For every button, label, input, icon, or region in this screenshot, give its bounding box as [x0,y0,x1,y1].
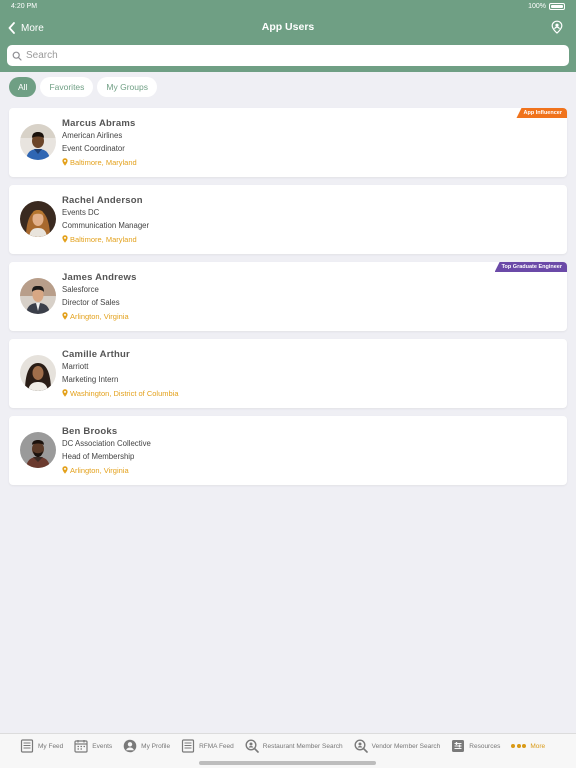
profile-icon [123,739,137,753]
tab-label: RFMA Feed [199,742,234,750]
user-location: Arlington, Virginia [62,310,137,322]
user-company: Events DC [62,208,100,217]
user-name: Rachel Anderson [62,195,143,206]
battery-percent: 100% [528,3,546,10]
user-location: Baltimore, Maryland [62,156,137,168]
filter-my-groups[interactable]: My Groups [97,77,157,97]
avatar [20,432,56,468]
user-card[interactable]: Rachel Anderson Events DC Communication … [9,185,567,254]
user-badge: App Influencer [516,108,567,118]
tab-bar-items: My Feed Events My Profile RFMA Feed Rest… [20,739,556,753]
app-header: 4:20 PM 100% More App Users [0,0,576,72]
tab-vendor-member-search[interactable]: Vendor Member Search [354,739,441,753]
page-title: App Users [261,21,315,33]
battery-icon [549,3,565,10]
member-search-icon [354,739,368,753]
tab-bar: My Feed Events My Profile RFMA Feed Rest… [0,733,576,768]
user-card[interactable]: Ben Brooks DC Association Collective Hea… [9,416,567,485]
search-icon [12,51,22,61]
user-location: Baltimore, Maryland [62,233,149,245]
resources-icon [452,740,465,752]
feed-icon [20,739,34,753]
user-name: Camille Arthur [62,349,130,360]
user-info: James Andrews Salesforce Director of Sal… [62,272,137,322]
user-company: American Airlines [62,131,123,140]
user-company: DC Association Collective [62,439,151,448]
filter-favorites[interactable]: Favorites [40,77,94,97]
user-title: Head of Membership [62,451,135,461]
tab-label: Restaurant Member Search [262,742,343,750]
user-title: Event Coordinator [62,143,125,153]
user-location: Washington, District of Columbia [62,387,179,399]
avatar [20,124,56,160]
tab-label: Resources [469,742,501,750]
feed-icon [181,739,195,753]
more-dots-icon [511,744,527,748]
tab-label: Vendor Member Search [371,742,441,750]
location-pin-icon [62,312,68,320]
location-pin-icon [62,158,68,166]
member-search-icon [245,739,259,753]
map-pin-icon[interactable] [550,20,564,34]
user-name: James Andrews [62,272,137,283]
location-text: Baltimore, Maryland [70,157,137,167]
tab-label: My Profile [141,742,171,750]
location-pin-icon [62,466,68,474]
user-info: Ben Brooks DC Association Collective Hea… [62,426,151,476]
user-info: Rachel Anderson Events DC Communication … [62,195,149,245]
tab-my-feed[interactable]: My Feed [20,739,63,753]
location-text: Washington, District of Columbia [70,388,179,398]
user-list: Marcus Abrams American Airlines Event Co… [9,108,567,493]
tab-events[interactable]: Events [74,739,112,753]
user-info: Marcus Abrams American Airlines Event Co… [62,118,137,168]
status-battery: 100% [528,3,565,10]
location-text: Arlington, Virginia [70,465,129,475]
filter-chips: All Favorites My Groups [9,77,157,97]
user-title: Director of Sales [62,297,120,307]
tab-label: My Feed [38,742,64,750]
filter-all[interactable]: All [9,77,37,97]
location-pin-icon [62,389,68,397]
avatar [20,278,56,314]
user-name: Marcus Abrams [62,118,136,129]
location-pin-icon [62,235,68,243]
calendar-icon [74,740,88,753]
user-title: Communication Manager [62,220,150,230]
user-card[interactable]: Camille Arthur Marriott Marketing Intern… [9,339,567,408]
user-card[interactable]: James Andrews Salesforce Director of Sal… [9,262,567,331]
status-bar: 4:20 PM 100% [0,3,576,13]
user-title: Marketing Intern [62,374,119,384]
status-time: 4:20 PM [11,3,38,10]
tab-label: More [530,742,546,750]
user-location: Arlington, Virginia [62,464,151,476]
user-company: Salesforce [62,285,99,294]
user-info: Camille Arthur Marriott Marketing Intern… [62,349,179,399]
tab-restaurant-member-search[interactable]: Restaurant Member Search [245,739,343,753]
tab-resources[interactable]: Resources [451,739,500,753]
user-name: Ben Brooks [62,426,118,437]
search-input[interactable] [26,50,546,61]
location-text: Baltimore, Maryland [70,234,137,244]
user-badge: Top Graduate Engineer [494,262,567,272]
user-card[interactable]: Marcus Abrams American Airlines Event Co… [9,108,567,177]
tab-my-profile[interactable]: My Profile [123,739,170,753]
avatar [20,201,56,237]
avatar [20,355,56,391]
tab-more[interactable]: More [511,739,545,753]
tab-label: Events [92,742,113,750]
user-company: Marriott [62,362,89,371]
location-text: Arlington, Virginia [70,311,129,321]
tab-rfma-feed[interactable]: RFMA Feed [181,739,234,753]
search-bar[interactable] [7,45,569,66]
home-indicator [199,761,376,765]
